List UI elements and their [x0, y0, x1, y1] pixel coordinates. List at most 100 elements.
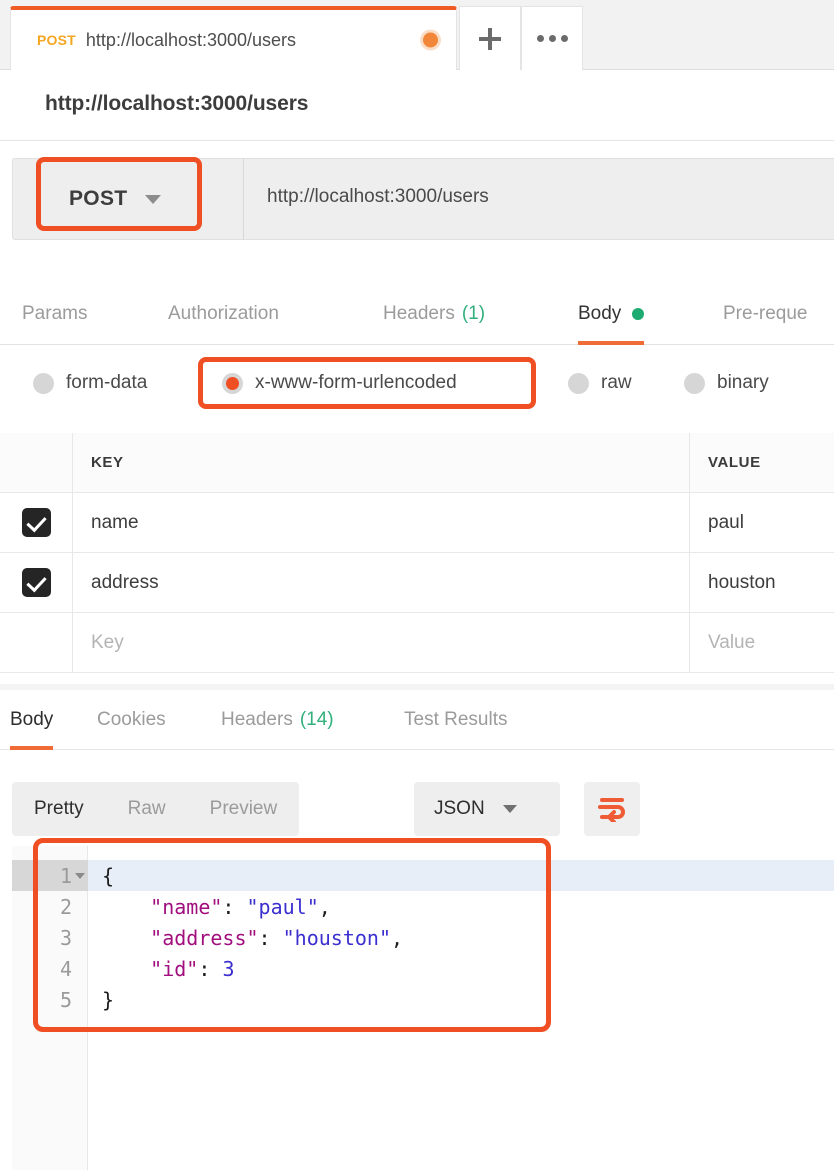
method-selector[interactable]: POST	[12, 158, 244, 240]
row-key-text: address	[91, 571, 159, 593]
body-type-x-www-form-urlencoded[interactable]: x-www-form-urlencoded	[222, 362, 457, 404]
request-tab-url: http://localhost:3000/users	[85, 29, 297, 50]
response-body-editor[interactable]: 1{2 "name": "paul", 3 "address": "houston…	[12, 846, 834, 1170]
row-value-cell[interactable]: houston	[690, 553, 834, 612]
code-line: 4 "id": 3	[12, 953, 834, 984]
radio-icon	[33, 372, 54, 394]
page-title: http://localhost:3000/users	[45, 92, 309, 115]
row-key-text: Key	[91, 631, 124, 653]
request-tab-params[interactable]: Params	[22, 283, 87, 345]
request-tab-headers[interactable]: Headers (1)	[383, 283, 485, 345]
table-row[interactable]: name paul	[0, 493, 834, 553]
response-tab-cookies[interactable]: Cookies	[97, 690, 166, 750]
code-text: "address": "houston",	[102, 926, 403, 950]
body-type-binary[interactable]: binary	[684, 362, 769, 404]
checkbox-checked-icon[interactable]	[21, 568, 51, 597]
response-tab-headers[interactable]: Headers (14)	[221, 690, 334, 750]
tab-label: Cookies	[97, 709, 166, 730]
radio-icon	[222, 372, 243, 394]
row-value-text: paul	[708, 511, 744, 533]
chevron-down-icon	[502, 805, 517, 813]
row-key-cell[interactable]: name	[73, 493, 690, 552]
table-row[interactable]: Key Value	[0, 613, 834, 673]
tab-count-badge: (14)	[299, 709, 334, 730]
row-enable-checkbox-cell[interactable]	[0, 553, 73, 612]
tab-label: Authorization	[168, 303, 279, 324]
token: 3	[222, 956, 235, 981]
token: :	[198, 956, 223, 981]
checkbox-checked-icon[interactable]	[21, 508, 51, 537]
column-header-value: VALUE	[708, 454, 761, 471]
response-view-preview[interactable]: Preview	[188, 782, 300, 836]
row-value-text: houston	[708, 571, 776, 593]
body-params-table: KEY VALUE name paul address houston Key Value	[0, 433, 834, 673]
row-enable-checkbox-cell[interactable]	[0, 493, 73, 552]
word-wrap-button[interactable]	[584, 782, 640, 836]
response-view-raw[interactable]: Raw	[106, 782, 188, 836]
unsaved-changes-dot-icon	[423, 32, 438, 48]
response-tab-body[interactable]: Body	[10, 690, 54, 750]
code-text: }	[102, 988, 114, 1012]
response-format-select[interactable]: JSON	[414, 782, 560, 836]
ellipsis-icon	[536, 35, 568, 42]
tab-label: Body	[10, 709, 54, 730]
table-row[interactable]: address houston	[0, 553, 834, 613]
token: "paul"	[246, 894, 319, 919]
token: ,	[391, 925, 404, 950]
body-type-options: form-data x-www-form-urlencoded raw binary	[0, 352, 834, 414]
line-number: 1	[59, 863, 72, 888]
tab-label: Headers	[221, 709, 293, 730]
header-cell-check	[0, 433, 73, 492]
row-key-cell[interactable]: address	[73, 553, 690, 612]
word-wrap-icon	[598, 798, 625, 822]
tab-strip: POST http://localhost:3000/users	[0, 0, 834, 70]
response-format-label: JSON	[434, 798, 485, 819]
row-key-cell[interactable]: Key	[73, 613, 690, 672]
line-number: 4	[59, 956, 72, 981]
token: :	[222, 894, 247, 919]
response-tabs: Body Cookies Headers (14) Test Results	[0, 690, 834, 750]
response-tab-test-results[interactable]: Test Results	[404, 690, 507, 750]
plus-icon	[479, 27, 501, 50]
body-present-dot-icon	[632, 308, 645, 320]
request-tab[interactable]: POST http://localhost:3000/users	[10, 6, 457, 70]
row-value-cell[interactable]: paul	[690, 493, 834, 552]
request-tab-pre-reque[interactable]: Pre-reque	[723, 283, 808, 345]
tab-label: Headers	[383, 303, 455, 324]
body-type-form-data[interactable]: form-data	[33, 362, 147, 404]
radio-icon	[568, 372, 589, 394]
token: "address"	[150, 925, 259, 950]
token: }	[102, 987, 115, 1012]
tab-label: Body	[578, 303, 622, 324]
row-value-cell[interactable]: Value	[690, 613, 834, 672]
request-tab-body[interactable]: Body	[578, 283, 645, 345]
body-type-raw[interactable]: raw	[568, 362, 632, 404]
response-view-pretty[interactable]: Pretty	[12, 782, 106, 836]
token: :	[258, 925, 283, 950]
tab-label: Pre-reque	[723, 303, 808, 324]
body-type-label: binary	[717, 372, 769, 393]
url-input[interactable]: http://localhost:3000/users	[267, 186, 489, 208]
chevron-down-icon	[145, 194, 162, 204]
code-text: "id": 3	[102, 957, 234, 981]
body-type-label: raw	[601, 372, 632, 393]
new-tab-button[interactable]	[459, 6, 521, 70]
row-value-text: Value	[708, 631, 756, 653]
token: ,	[318, 894, 331, 919]
request-tabs: Params Authorization Headers (1) Body Pre-req…	[0, 283, 834, 345]
token: {	[102, 863, 115, 888]
row-enable-checkbox-cell[interactable]	[0, 613, 73, 672]
request-tab-authorization[interactable]: Authorization	[168, 283, 279, 345]
response-toolbar: Pretty Raw Preview JSON	[0, 750, 834, 846]
fold-arrow-icon[interactable]	[72, 872, 88, 879]
tab-options-button[interactable]	[521, 6, 583, 70]
code-line: 5}	[12, 984, 834, 1015]
code-text: {	[102, 864, 114, 888]
code-text: "name": "paul",	[102, 895, 331, 919]
header-cell-value: VALUE	[690, 433, 834, 492]
request-tab-method: POST	[37, 32, 76, 48]
code-line: 3 "address": "houston",	[12, 922, 834, 953]
tab-label: Test Results	[404, 709, 508, 730]
